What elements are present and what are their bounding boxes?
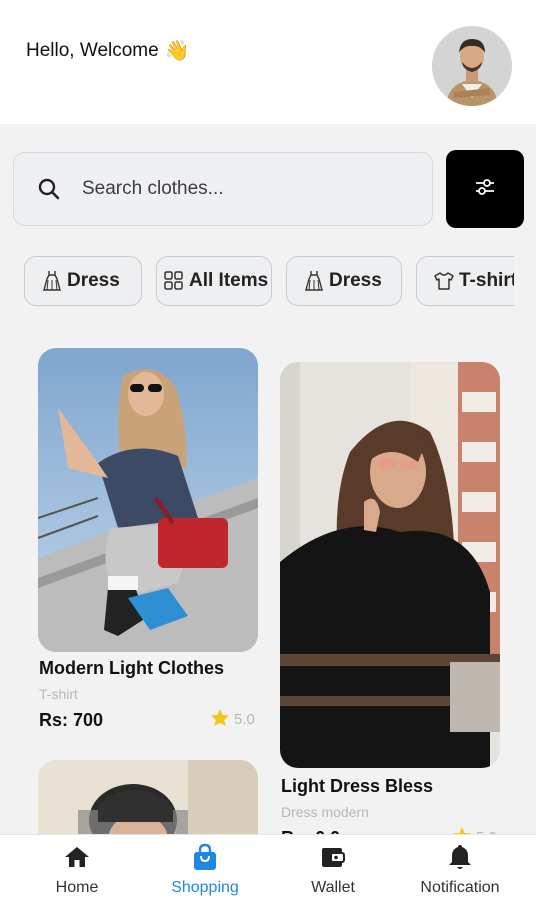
category-chips: Dress All Items Dress T-shirt [24, 256, 514, 308]
product-card[interactable] [38, 760, 258, 834]
avatar[interactable] [432, 26, 512, 106]
tshirt-icon [433, 269, 455, 293]
search-bar[interactable] [13, 152, 433, 226]
product-card[interactable]: Light Dress Bless Dress modern Rs: 6 0 5… [280, 362, 500, 848]
product-title: Modern Light Clothes [39, 658, 224, 678]
product-title: Light Dress Bless [281, 776, 434, 796]
dress-icon [303, 269, 325, 293]
chip-tshirt[interactable]: T-shirt [416, 256, 514, 306]
chip-label: Dress [67, 270, 120, 291]
shopping-bag-icon [191, 843, 219, 871]
chip-label: All Items [189, 270, 269, 291]
product-category: Dress modern [281, 804, 369, 820]
nav-notification[interactable]: Notification [410, 835, 510, 900]
product-image [280, 362, 500, 768]
nav-label: Shopping [171, 879, 239, 896]
wallet-icon [319, 843, 347, 871]
nav-shopping[interactable]: Shopping [160, 835, 250, 900]
product-price: Rs: 700 [39, 710, 104, 730]
nav-label: Wallet [311, 879, 355, 896]
product-category: T-shirt [39, 686, 78, 702]
search-icon [36, 176, 62, 202]
bottom-nav: Home Shopping Wallet Notification [0, 834, 536, 900]
rating-value: 5.0 [234, 711, 255, 728]
nav-home[interactable]: Home [44, 835, 110, 900]
nav-label: Home [55, 879, 99, 896]
greeting: Hello, Welcome 👋 [26, 38, 190, 63]
grid-icon [163, 269, 185, 293]
star-icon [210, 708, 230, 731]
home-icon [63, 843, 91, 871]
chip-label: T-shirt [459, 270, 514, 291]
chip-dress-2[interactable]: Dress [286, 256, 402, 306]
header: Hello, Welcome 👋 [0, 0, 536, 124]
bell-icon [446, 843, 474, 871]
product-rating: 5.0 [210, 708, 255, 731]
dress-icon [41, 269, 63, 293]
nav-label: Notification [420, 879, 500, 896]
sliders-icon [474, 176, 496, 203]
product-image [38, 348, 258, 652]
chip-label: Dress [329, 270, 382, 291]
wave-emoji: 👋 [164, 40, 190, 62]
chip-dress[interactable]: Dress [24, 256, 142, 306]
product-card[interactable]: Modern Light Clothes T-shirt Rs: 700 5.0 [38, 348, 258, 738]
search-input[interactable] [82, 178, 382, 200]
nav-wallet[interactable]: Wallet [298, 835, 368, 900]
chip-all-items[interactable]: All Items [156, 256, 272, 306]
greeting-text: Hello, Welcome [26, 39, 159, 61]
filter-button[interactable] [446, 150, 524, 228]
product-image [38, 760, 258, 834]
avatar-image [432, 26, 512, 106]
